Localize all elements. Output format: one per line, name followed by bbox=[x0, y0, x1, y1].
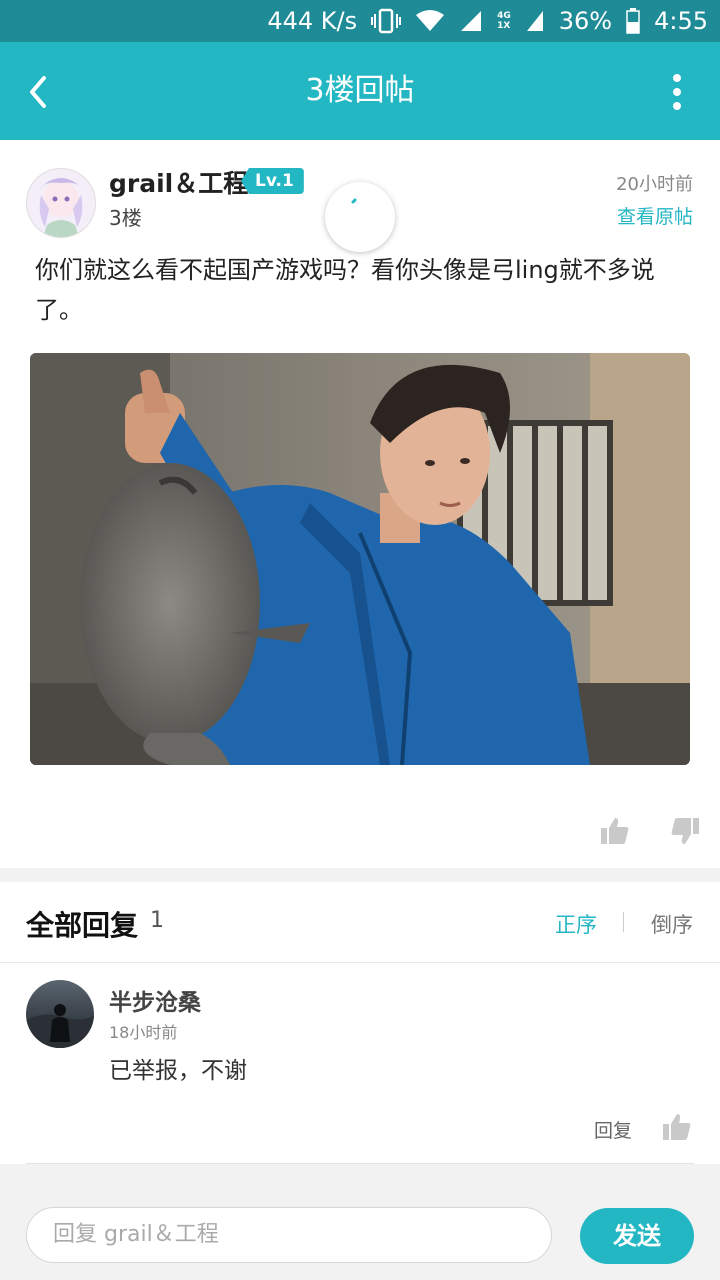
wifi-icon bbox=[415, 9, 445, 33]
reply-input[interactable]: 回复 grail＆工程 bbox=[26, 1207, 552, 1263]
sort-ascending-tab[interactable]: 正序 bbox=[555, 909, 597, 939]
reply-like-button[interactable] bbox=[662, 1112, 692, 1142]
post-body-text: 你们就这么看不起国产游戏吗？看你头像是弓ling就不多说了。 bbox=[35, 256, 655, 324]
thumb-down-icon bbox=[671, 818, 699, 844]
reply-button[interactable]: 回复 bbox=[594, 1116, 632, 1143]
status-bar-indicators: 444 K/s 4G 1X 36% 4:55 bbox=[267, 0, 708, 42]
network-1x-label: 1X bbox=[497, 21, 511, 31]
post-image[interactable] bbox=[30, 353, 690, 765]
app-bar: 3楼回帖 bbox=[0, 42, 720, 140]
thumb-up-icon bbox=[601, 818, 629, 844]
battery-percent: 36% bbox=[558, 7, 613, 35]
battery-icon bbox=[626, 8, 640, 34]
sort-descending-tab[interactable]: 倒序 bbox=[651, 909, 693, 939]
reply-author-avatar[interactable] bbox=[26, 980, 94, 1048]
reply-composer: 回复 grail＆工程 发送 bbox=[0, 1192, 720, 1280]
thumb-up-icon bbox=[663, 1114, 691, 1140]
reply-divider bbox=[26, 1163, 694, 1164]
replies-title: 全部回复 bbox=[26, 909, 139, 942]
replies-count: 1 bbox=[150, 908, 164, 933]
send-button[interactable]: 发送 bbox=[580, 1208, 694, 1264]
replies-header: 全部回复 1 正序 倒序 bbox=[0, 882, 720, 963]
post-card: grail＆工程 Lv.1 3楼 20小时前 查看原帖 你们就这么看不起国产游戏… bbox=[0, 140, 720, 868]
cell-signal-icon bbox=[459, 9, 483, 33]
post-author-avatar[interactable] bbox=[26, 168, 96, 238]
reply-time: 18小时前 bbox=[109, 1023, 178, 1042]
loading-spinner bbox=[325, 182, 395, 252]
page-title: 3楼回帖 bbox=[305, 73, 415, 108]
network-type-icon: 4G 1X bbox=[497, 11, 511, 31]
more-vertical-icon bbox=[673, 74, 681, 110]
reply-author-name[interactable]: 半步沧桑 bbox=[109, 983, 201, 1017]
reply-list-item: 半步沧桑 18小时前 已举报，不谢 回复 bbox=[0, 963, 720, 1164]
view-original-link[interactable]: 查看原帖 bbox=[617, 202, 693, 229]
cell-signal-icon-2 bbox=[525, 9, 545, 33]
level-badge: Lv.1 bbox=[241, 168, 304, 194]
clock: 4:55 bbox=[654, 7, 708, 35]
network-4g-label: 4G bbox=[497, 11, 511, 21]
post-dislike-button[interactable] bbox=[670, 816, 700, 846]
vibrate-icon bbox=[371, 8, 402, 34]
post-author-name[interactable]: grail＆工程 bbox=[109, 164, 248, 200]
more-menu-button[interactable] bbox=[670, 72, 684, 112]
floor-label: 3楼 bbox=[109, 206, 142, 230]
network-speed: 444 K/s bbox=[267, 7, 358, 35]
post-like-button[interactable] bbox=[600, 816, 630, 846]
reply-text: 已举报，不谢 bbox=[109, 1058, 247, 1084]
sort-divider bbox=[623, 912, 624, 932]
status-bar: 444 K/s 4G 1X 36% 4:55 bbox=[0, 0, 720, 42]
post-time: 20小时前 bbox=[616, 174, 693, 195]
